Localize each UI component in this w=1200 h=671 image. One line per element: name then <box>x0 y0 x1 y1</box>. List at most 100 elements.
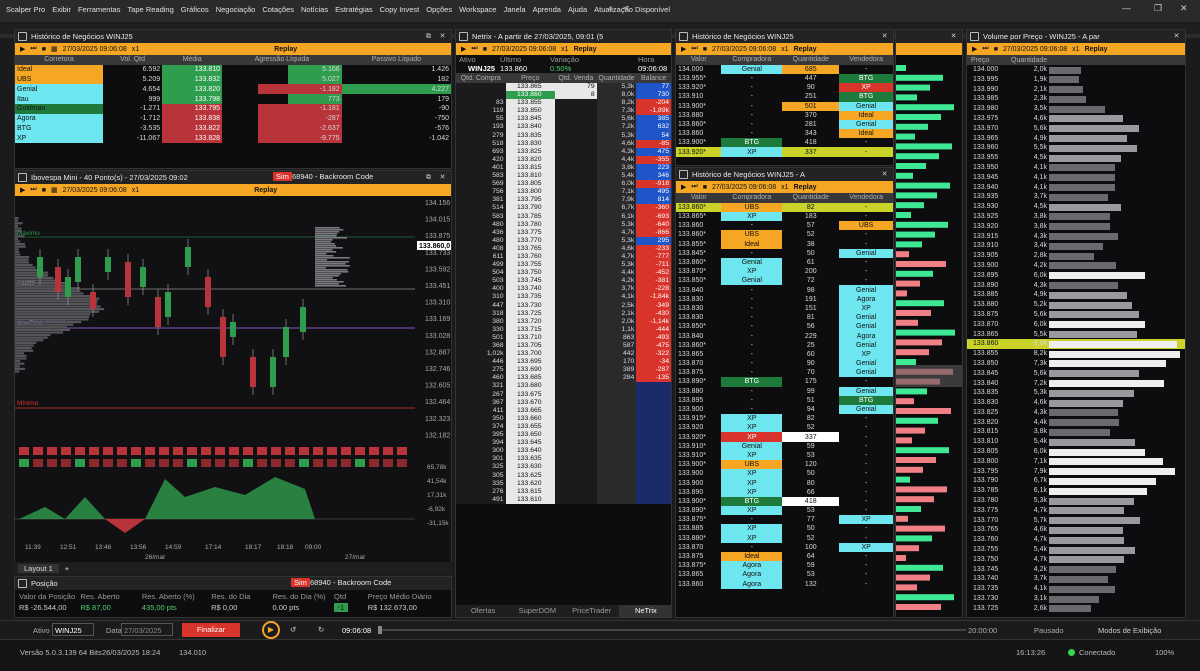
table-row[interactable]: 133.915* XP 82 - <box>676 414 893 423</box>
table-row[interactable]: 133.910* XP 53 - <box>676 451 893 460</box>
ladder-row[interactable]: 518 133.830 4,6k -85 <box>456 140 671 148</box>
vpp-row[interactable]: 133.945 4,1k <box>967 173 1185 183</box>
replay-speed[interactable]: x1 <box>132 46 139 53</box>
vpp-row[interactable]: 133.785 6,1k <box>967 486 1185 496</box>
date-input[interactable]: 27/03/2025 <box>121 623 173 636</box>
vpp-row[interactable]: 133.760 4,7k <box>967 535 1185 545</box>
table-row[interactable]: Ideal 6.592 133.810 5.166 1.426 <box>15 65 451 75</box>
replay-speed[interactable]: x1 <box>1072 46 1079 53</box>
zoom-level[interactable]: 100% <box>1155 648 1174 657</box>
ladder-row[interactable]: 480 133.780 5,3k -640 <box>456 221 671 229</box>
menu-item[interactable]: Scalper Pro <box>6 5 45 14</box>
tab-superdom[interactable]: SuperDOM <box>510 605 564 617</box>
menu-item[interactable]: Janela <box>503 5 525 14</box>
vpp-row[interactable]: 133.920 3,8k <box>967 222 1185 232</box>
rewind-icon[interactable]: ↺ <box>290 625 296 634</box>
stop-icon[interactable]: ■ <box>483 46 487 53</box>
table-row[interactable]: 133.870 - 100 XP <box>676 543 893 552</box>
table-row[interactable]: 133.895 - 51 BTG <box>676 396 893 405</box>
popout-icon[interactable]: ⧉ <box>424 32 433 41</box>
table-row[interactable]: 133.900* -501 Genial <box>676 102 893 111</box>
ladder-row[interactable]: 368 133.705 587 -475 <box>456 342 671 350</box>
menu-item[interactable]: Atualização Disponível <box>594 5 670 14</box>
ladder-row[interactable]: 380 133.720 2,0k -1,14k <box>456 318 671 326</box>
table-row[interactable]: 133.830-81 Genial <box>676 313 893 322</box>
vpp-row[interactable]: 133.780 5,3k <box>967 496 1185 506</box>
forward-icon[interactable]: ↻ <box>318 625 324 634</box>
ladder-row[interactable]: 394 133.645 <box>456 439 671 447</box>
vpp-row[interactable]: 134.000 2,0k <box>967 65 1185 75</box>
table-row[interactable]: 133.920* -90 XP <box>676 83 893 92</box>
ladder-row[interactable]: 335 133.620 <box>456 480 671 488</box>
price-ladder[interactable]: 133.865 79 5,3k 77 133.860 8 8,0k 730 83 133.855 8… <box>456 83 671 504</box>
ladder-row[interactable]: 276 133.615 <box>456 488 671 496</box>
vpp-row[interactable]: 133.805 6,0k <box>967 447 1185 457</box>
play-icon[interactable]: ▶ <box>972 45 977 53</box>
table-row[interactable]: 133.845* -50 Genial <box>676 249 893 258</box>
ladder-row[interactable]: 330 133.715 1,1k -444 <box>456 326 671 334</box>
ladder-row[interactable]: 301 133.635 <box>456 455 671 463</box>
vpp-row[interactable]: 133.950 4,1k <box>967 163 1185 173</box>
menu-item[interactable]: Exibir <box>52 5 71 14</box>
vpp-row[interactable]: 133.880 5,2k <box>967 300 1185 310</box>
ladder-row[interactable]: 411 133.665 <box>456 407 671 415</box>
ladder-row[interactable]: 374 133.655 <box>456 423 671 431</box>
play-icon[interactable]: ▶ <box>20 45 25 53</box>
vpp-row[interactable]: 133.935 3,7k <box>967 192 1185 202</box>
column-header[interactable]: Valor <box>676 55 721 65</box>
vpp-row[interactable]: 133.730 3,1k <box>967 594 1185 604</box>
vpp-row[interactable]: 133.870 6,0k <box>967 320 1185 330</box>
replay-speed[interactable]: x1 <box>781 46 788 53</box>
table-row[interactable]: Agora -1.712 133.838 -287 -750 <box>15 114 451 124</box>
step-icon[interactable]: ⏭ <box>30 186 36 194</box>
menu-item[interactable]: Copy Invest <box>380 5 420 14</box>
vpp-row[interactable]: 133.860 8,0k <box>967 339 1185 349</box>
vpp-row[interactable]: 133.735 4,1k <box>967 584 1185 594</box>
ladder-row[interactable]: 350 133.660 <box>456 415 671 423</box>
table-row[interactable]: 133.920* XP 337- <box>676 147 893 156</box>
ladder-row[interactable]: 321 133.680 <box>456 382 671 390</box>
replay-speed[interactable]: x1 <box>132 187 139 194</box>
vpp-column-header[interactable]: Preço <box>967 57 1007 64</box>
vpp-row[interactable]: 133.960 5,5k <box>967 143 1185 153</box>
tab-pricetrader[interactable]: PriceTrader <box>565 605 619 617</box>
column-header[interactable]: Média <box>162 55 222 65</box>
ladder-row[interactable]: 611 133.760 4,7k -777 <box>456 253 671 261</box>
table-row[interactable]: 133.830-191 Agora <box>676 295 893 304</box>
ladder-column-header[interactable]: Preço <box>506 75 556 82</box>
table-row[interactable]: Goldman -1.271 133.795 -1.181 -90 <box>15 104 451 114</box>
menu-item[interactable]: Aprenda <box>533 5 561 14</box>
replay-slider[interactable] <box>378 629 966 631</box>
column-header[interactable]: Corretora <box>15 55 103 65</box>
ladder-row[interactable]: 400 133.740 3,7k -228 <box>456 285 671 293</box>
table-row[interactable]: 133.890* BTG 175 - <box>676 377 893 386</box>
table-row[interactable]: 133.850* Genial 72 - <box>676 276 893 285</box>
menu-item[interactable]: Tape Reading <box>127 5 173 14</box>
table-row[interactable]: 133.865* XP 183 - <box>676 212 893 221</box>
menu-item[interactable]: Notícias <box>301 5 328 14</box>
vpp-row[interactable]: 133.925 3,8k <box>967 212 1185 222</box>
table-row[interactable]: 133.855* Ideal 38 - <box>676 240 893 249</box>
table-row[interactable]: 133.900-94 Genial <box>676 405 893 414</box>
vpp-row[interactable]: 133.750 4,7k <box>967 555 1185 565</box>
layout-tab[interactable]: Layout 1 <box>18 564 59 573</box>
candlestick-chart[interactable]: 134.156134.015133.875133.733133.592133.4… <box>15 197 452 563</box>
table-row[interactable]: 133.860-343 Ideal <box>676 129 893 138</box>
ladder-row[interactable]: 83 133.855 8,2k -204 <box>456 99 671 107</box>
vpp-column-header[interactable]: Quantidade <box>1007 57 1047 64</box>
table-row[interactable]: UBS 5.209 133.832 5.027 182 <box>15 75 451 85</box>
vpp-row[interactable]: 133.745 4,2k <box>967 565 1185 575</box>
minimize-icon[interactable]: — <box>1122 3 1131 13</box>
menu-item[interactable]: Estratégias <box>335 5 373 14</box>
ladder-row[interactable]: 436 133.775 4,7k -866 <box>456 229 671 237</box>
asset-input[interactable]: WINJ25 <box>52 623 94 636</box>
menu-item[interactable]: Workspace <box>459 5 496 14</box>
vpp-row[interactable]: 133.800 7,1k <box>967 457 1185 467</box>
table-row[interactable]: 133.840-229 Agora <box>676 331 893 340</box>
vpp-row[interactable]: 133.830 4,6k <box>967 398 1185 408</box>
vpp-row[interactable]: 133.955 4,5k <box>967 153 1185 163</box>
table-row[interactable]: 133.865 Agora 53- <box>676 570 893 579</box>
vpp-row[interactable]: 133.890 4,3k <box>967 281 1185 291</box>
menu-item[interactable]: Cotações <box>262 5 294 14</box>
ladder-row[interactable]: 275 133.690 389 -287 <box>456 366 671 374</box>
